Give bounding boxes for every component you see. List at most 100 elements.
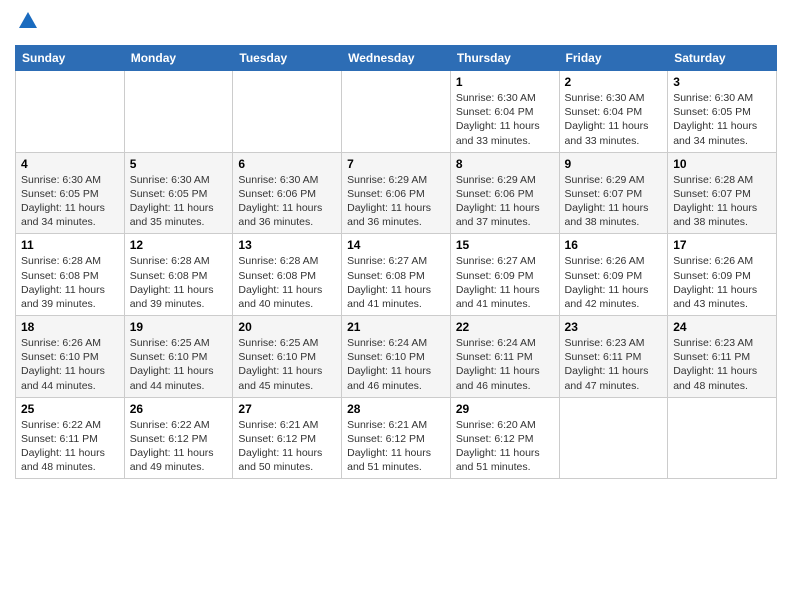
calendar-cell: 13 Sunrise: 6:28 AM Sunset: 6:08 PM Dayli… bbox=[233, 234, 342, 316]
logo bbox=[15, 10, 39, 37]
day-info: Sunrise: 6:22 AM Sunset: 6:11 PM Dayligh… bbox=[21, 418, 119, 475]
calendar-cell: 7 Sunrise: 6:29 AM Sunset: 6:06 PM Daylig… bbox=[342, 152, 451, 234]
calendar-cell: 29 Sunrise: 6:20 AM Sunset: 6:12 PM Dayli… bbox=[450, 397, 559, 479]
calendar-cell: 22 Sunrise: 6:24 AM Sunset: 6:11 PM Dayli… bbox=[450, 316, 559, 398]
day-number: 29 bbox=[456, 402, 554, 416]
calendar-cell: 8 Sunrise: 6:29 AM Sunset: 6:06 PM Daylig… bbox=[450, 152, 559, 234]
day-number: 11 bbox=[21, 238, 119, 252]
calendar-cell: 24 Sunrise: 6:23 AM Sunset: 6:11 PM Dayli… bbox=[668, 316, 777, 398]
calendar-week-row: 25 Sunrise: 6:22 AM Sunset: 6:11 PM Dayli… bbox=[16, 397, 777, 479]
calendar-cell: 28 Sunrise: 6:21 AM Sunset: 6:12 PM Dayli… bbox=[342, 397, 451, 479]
day-info: Sunrise: 6:26 AM Sunset: 6:09 PM Dayligh… bbox=[565, 254, 663, 311]
day-number: 28 bbox=[347, 402, 445, 416]
calendar-header-sunday: Sunday bbox=[16, 46, 125, 71]
calendar-week-row: 4 Sunrise: 6:30 AM Sunset: 6:05 PM Daylig… bbox=[16, 152, 777, 234]
day-info: Sunrise: 6:26 AM Sunset: 6:10 PM Dayligh… bbox=[21, 336, 119, 393]
day-info: Sunrise: 6:30 AM Sunset: 6:06 PM Dayligh… bbox=[238, 173, 336, 230]
calendar-week-row: 18 Sunrise: 6:26 AM Sunset: 6:10 PM Dayli… bbox=[16, 316, 777, 398]
day-info: Sunrise: 6:30 AM Sunset: 6:05 PM Dayligh… bbox=[673, 91, 771, 148]
day-number: 19 bbox=[130, 320, 228, 334]
calendar-cell bbox=[559, 397, 668, 479]
page-header bbox=[15, 10, 777, 37]
day-info: Sunrise: 6:20 AM Sunset: 6:12 PM Dayligh… bbox=[456, 418, 554, 475]
calendar-cell: 6 Sunrise: 6:30 AM Sunset: 6:06 PM Daylig… bbox=[233, 152, 342, 234]
calendar-week-row: 1 Sunrise: 6:30 AM Sunset: 6:04 PM Daylig… bbox=[16, 71, 777, 153]
day-number: 27 bbox=[238, 402, 336, 416]
day-info: Sunrise: 6:28 AM Sunset: 6:07 PM Dayligh… bbox=[673, 173, 771, 230]
day-info: Sunrise: 6:30 AM Sunset: 6:05 PM Dayligh… bbox=[21, 173, 119, 230]
calendar-cell: 18 Sunrise: 6:26 AM Sunset: 6:10 PM Dayli… bbox=[16, 316, 125, 398]
day-info: Sunrise: 6:29 AM Sunset: 6:07 PM Dayligh… bbox=[565, 173, 663, 230]
calendar-cell: 12 Sunrise: 6:28 AM Sunset: 6:08 PM Dayli… bbox=[124, 234, 233, 316]
day-info: Sunrise: 6:28 AM Sunset: 6:08 PM Dayligh… bbox=[130, 254, 228, 311]
day-info: Sunrise: 6:23 AM Sunset: 6:11 PM Dayligh… bbox=[673, 336, 771, 393]
day-info: Sunrise: 6:24 AM Sunset: 6:11 PM Dayligh… bbox=[456, 336, 554, 393]
day-number: 8 bbox=[456, 157, 554, 171]
calendar-cell: 16 Sunrise: 6:26 AM Sunset: 6:09 PM Dayli… bbox=[559, 234, 668, 316]
day-info: Sunrise: 6:23 AM Sunset: 6:11 PM Dayligh… bbox=[565, 336, 663, 393]
day-number: 3 bbox=[673, 75, 771, 89]
day-number: 24 bbox=[673, 320, 771, 334]
day-info: Sunrise: 6:21 AM Sunset: 6:12 PM Dayligh… bbox=[238, 418, 336, 475]
day-number: 23 bbox=[565, 320, 663, 334]
day-info: Sunrise: 6:28 AM Sunset: 6:08 PM Dayligh… bbox=[238, 254, 336, 311]
day-info: Sunrise: 6:29 AM Sunset: 6:06 PM Dayligh… bbox=[347, 173, 445, 230]
day-number: 26 bbox=[130, 402, 228, 416]
day-number: 15 bbox=[456, 238, 554, 252]
day-number: 21 bbox=[347, 320, 445, 334]
day-info: Sunrise: 6:27 AM Sunset: 6:09 PM Dayligh… bbox=[456, 254, 554, 311]
calendar-header-row: SundayMondayTuesdayWednesdayThursdayFrid… bbox=[16, 46, 777, 71]
calendar-week-row: 11 Sunrise: 6:28 AM Sunset: 6:08 PM Dayli… bbox=[16, 234, 777, 316]
day-info: Sunrise: 6:25 AM Sunset: 6:10 PM Dayligh… bbox=[238, 336, 336, 393]
calendar-cell: 4 Sunrise: 6:30 AM Sunset: 6:05 PM Daylig… bbox=[16, 152, 125, 234]
calendar-header-saturday: Saturday bbox=[668, 46, 777, 71]
day-number: 18 bbox=[21, 320, 119, 334]
calendar-cell: 5Sunrise: 6:30 AM Sunset: 6:05 PM Daylig… bbox=[124, 152, 233, 234]
calendar-table: SundayMondayTuesdayWednesdayThursdayFrid… bbox=[15, 45, 777, 479]
day-info: Sunrise: 6:29 AM Sunset: 6:06 PM Dayligh… bbox=[456, 173, 554, 230]
logo-icon bbox=[17, 10, 39, 32]
calendar-cell: 17Sunrise: 6:26 AM Sunset: 6:09 PM Dayli… bbox=[668, 234, 777, 316]
day-info: Sunrise: 6:30 AM Sunset: 6:04 PM Dayligh… bbox=[456, 91, 554, 148]
calendar-cell bbox=[233, 71, 342, 153]
calendar-cell: 15 Sunrise: 6:27 AM Sunset: 6:09 PM Dayli… bbox=[450, 234, 559, 316]
day-info: Sunrise: 6:26 AM Sunset: 6:09 PM Dayligh… bbox=[673, 254, 771, 311]
day-info: Sunrise: 6:27 AM Sunset: 6:08 PM Dayligh… bbox=[347, 254, 445, 311]
calendar-cell: 27 Sunrise: 6:21 AM Sunset: 6:12 PM Dayli… bbox=[233, 397, 342, 479]
calendar-cell: 20 Sunrise: 6:25 AM Sunset: 6:10 PM Dayli… bbox=[233, 316, 342, 398]
day-info: Sunrise: 6:24 AM Sunset: 6:10 PM Dayligh… bbox=[347, 336, 445, 393]
day-number: 20 bbox=[238, 320, 336, 334]
calendar-header-friday: Friday bbox=[559, 46, 668, 71]
day-number: 12 bbox=[130, 238, 228, 252]
day-number: 6 bbox=[238, 157, 336, 171]
day-info: Sunrise: 6:30 AM Sunset: 6:04 PM Dayligh… bbox=[565, 91, 663, 148]
day-number: 22 bbox=[456, 320, 554, 334]
calendar-cell: 19 Sunrise: 6:25 AM Sunset: 6:10 PM Dayli… bbox=[124, 316, 233, 398]
calendar-cell bbox=[124, 71, 233, 153]
day-number: 16 bbox=[565, 238, 663, 252]
day-info: Sunrise: 6:30 AM Sunset: 6:05 PM Dayligh… bbox=[130, 173, 228, 230]
day-info: Sunrise: 6:25 AM Sunset: 6:10 PM Dayligh… bbox=[130, 336, 228, 393]
calendar-header-thursday: Thursday bbox=[450, 46, 559, 71]
calendar-cell bbox=[668, 397, 777, 479]
day-number: 7 bbox=[347, 157, 445, 171]
day-number: 13 bbox=[238, 238, 336, 252]
day-number: 4 bbox=[21, 157, 119, 171]
calendar-cell bbox=[342, 71, 451, 153]
day-number: 1 bbox=[456, 75, 554, 89]
calendar-cell: 14 Sunrise: 6:27 AM Sunset: 6:08 PM Dayli… bbox=[342, 234, 451, 316]
calendar-cell: 21 Sunrise: 6:24 AM Sunset: 6:10 PM Dayli… bbox=[342, 316, 451, 398]
day-number: 25 bbox=[21, 402, 119, 416]
calendar-cell: 9 Sunrise: 6:29 AM Sunset: 6:07 PM Daylig… bbox=[559, 152, 668, 234]
calendar-header-wednesday: Wednesday bbox=[342, 46, 451, 71]
day-number: 14 bbox=[347, 238, 445, 252]
day-info: Sunrise: 6:28 AM Sunset: 6:08 PM Dayligh… bbox=[21, 254, 119, 311]
calendar-cell: 11 Sunrise: 6:28 AM Sunset: 6:08 PM Dayli… bbox=[16, 234, 125, 316]
day-info: Sunrise: 6:22 AM Sunset: 6:12 PM Dayligh… bbox=[130, 418, 228, 475]
day-number: 10 bbox=[673, 157, 771, 171]
calendar-cell: 23 Sunrise: 6:23 AM Sunset: 6:11 PM Dayli… bbox=[559, 316, 668, 398]
calendar-cell: 10 Sunrise: 6:28 AM Sunset: 6:07 PM Dayli… bbox=[668, 152, 777, 234]
calendar-cell: 25 Sunrise: 6:22 AM Sunset: 6:11 PM Dayli… bbox=[16, 397, 125, 479]
day-number: 9 bbox=[565, 157, 663, 171]
day-info: Sunrise: 6:21 AM Sunset: 6:12 PM Dayligh… bbox=[347, 418, 445, 475]
